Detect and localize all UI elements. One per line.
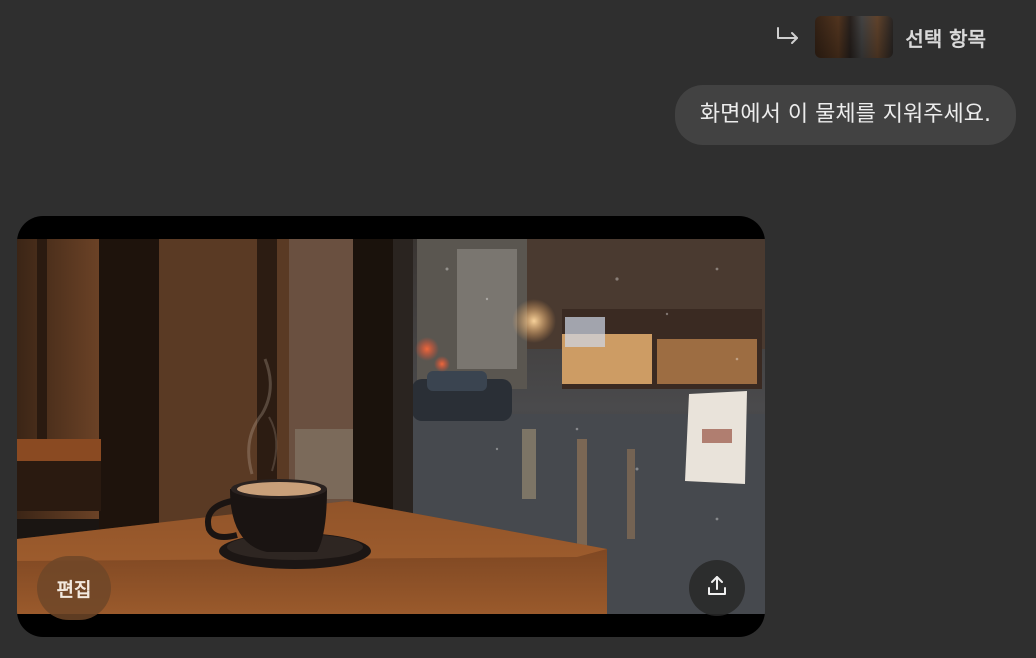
reference-label: 선택 항목 (905, 26, 986, 51)
generated-image-card[interactable]: 편집 (17, 216, 765, 637)
user-message-bubble: 화면에서 이 물체를 지워주세요. (674, 85, 1016, 146)
reference-row: 선택 항목 (775, 16, 986, 58)
generated-image[interactable] (17, 239, 765, 614)
upload-icon (705, 574, 729, 602)
edit-button[interactable]: 편집 (37, 556, 111, 620)
share-button[interactable] (689, 560, 745, 616)
user-message-text: 화면에서 이 물체를 지워주세요. (699, 102, 991, 127)
edit-button-label: 편집 (56, 578, 92, 601)
reply-arrow-icon (775, 25, 803, 49)
reference-thumbnail[interactable] (815, 16, 894, 58)
